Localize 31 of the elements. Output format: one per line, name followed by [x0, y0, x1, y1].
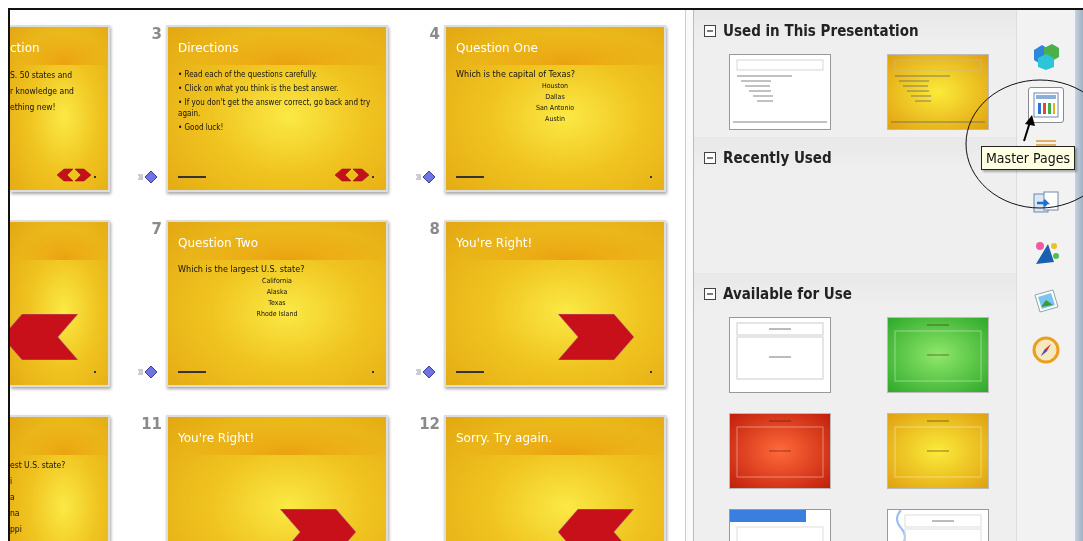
section-heading: Recently Used — [723, 149, 832, 167]
slide-title: You're Right! — [178, 431, 255, 445]
slide-number: 12 — [419, 415, 440, 433]
slide-text: • Click on what you think is the best answer. — [178, 83, 340, 94]
slide-text: ppi — [10, 523, 23, 536]
slide-text: i — [10, 475, 14, 488]
slide-number: 3 — [151, 25, 162, 43]
slide-text: • Read each of the questions carefully. — [178, 69, 319, 80]
slide-text: na — [10, 507, 21, 520]
section-heading: Used in This Presentation — [723, 22, 919, 40]
slide-text: ething new! — [10, 101, 57, 114]
slide-text: Which is the capital of Texas? — [456, 69, 577, 79]
slide-text: r knowledge and — [10, 85, 75, 98]
slide-text: S. 50 states and — [10, 69, 74, 82]
slide-text: Which is the largest U.S. state? — [178, 264, 306, 274]
slide-number: 7 — [151, 220, 162, 238]
slide-number: 4 — [429, 25, 440, 43]
slide-title: You're Right! — [456, 236, 533, 250]
slide-text: • Good luck! — [178, 122, 225, 133]
slide-title: Sorry. Try again. — [456, 431, 553, 445]
section-heading: Available for Use — [723, 285, 852, 303]
slide-title: ction — [10, 41, 40, 55]
slide-title: Directions — [178, 41, 239, 55]
slide-text: • If you don't get the answer correct, go back and try again. — [178, 97, 372, 119]
slide-text: est U.S. state? — [10, 459, 67, 472]
slide-title: Question One — [456, 41, 538, 55]
slide-text: a — [10, 491, 16, 504]
tooltip: Master Pages — [981, 146, 1075, 170]
slide-number: 11 — [141, 415, 162, 433]
slide-title: Question Two — [178, 236, 258, 250]
slide-number: 8 — [429, 220, 440, 238]
